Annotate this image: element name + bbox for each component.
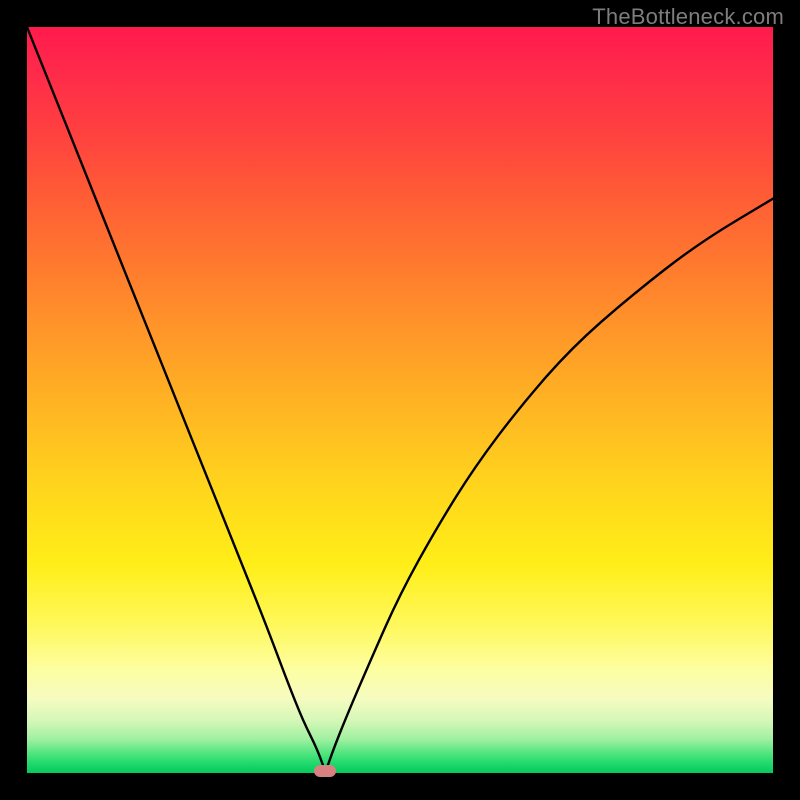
bottleneck-curve [27,27,773,773]
watermark-text: TheBottleneck.com [592,4,784,30]
optimum-marker [314,765,336,777]
plot-area [27,27,773,773]
chart-frame: TheBottleneck.com [0,0,800,800]
